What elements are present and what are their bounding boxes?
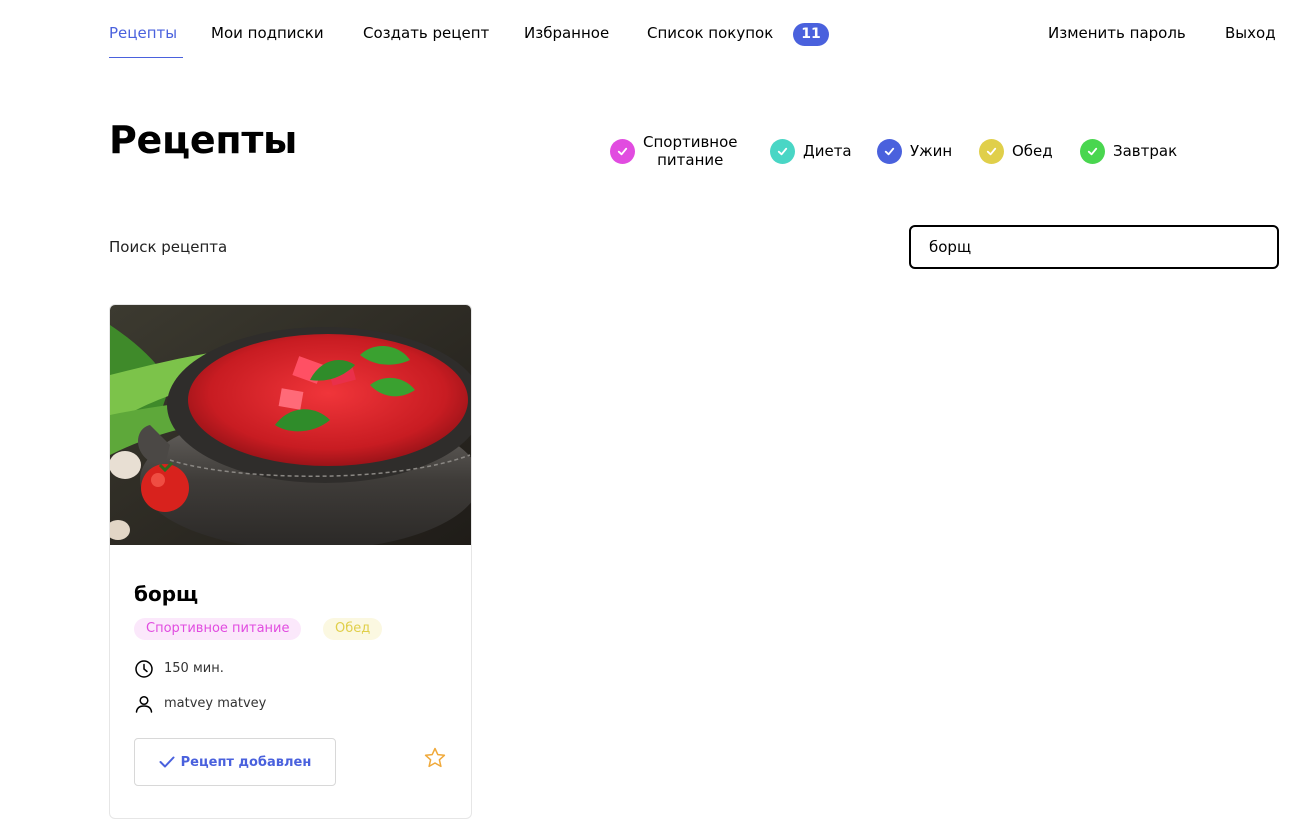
tag-filter-label: Обед — [1012, 142, 1053, 160]
nav-link-recipes[interactable]: Рецепты — [109, 23, 177, 43]
recipe-title[interactable]: борщ — [134, 581, 198, 607]
nav-link-create-recipe[interactable]: Создать рецепт — [363, 23, 489, 43]
tag-label-line2: питание — [657, 151, 724, 169]
recipe-author-row: matvey matvey — [134, 693, 266, 715]
shopping-list-count-badge: 11 — [793, 23, 829, 46]
recipe-added-button[interactable]: Рецепт добавлен — [134, 738, 336, 786]
star-icon[interactable] — [423, 746, 447, 770]
checkbox-checked-icon — [979, 138, 1004, 164]
recipe-time-row: 150 мин. — [134, 658, 224, 680]
check-icon — [159, 756, 175, 768]
tag-filter-lunch[interactable]: Обед — [979, 131, 1053, 171]
nav-link-subscriptions[interactable]: Мои подписки — [211, 23, 324, 43]
recipe-time: 150 мин. — [164, 661, 224, 676]
checkbox-checked-icon — [610, 138, 635, 164]
top-navigation: Рецепты Мои подписки Создать рецепт Избр… — [0, 0, 1306, 66]
search-label: Поиск рецепта — [109, 238, 228, 256]
tag-filter-sport[interactable]: Спортивное питание — [610, 131, 738, 171]
checkbox-checked-icon — [877, 138, 902, 164]
tag-filter-breakfast[interactable]: Завтрак — [1080, 131, 1177, 171]
user-icon — [135, 695, 153, 713]
tag-filter-label: Спортивное питание — [643, 133, 738, 169]
recipe-added-label: Рецепт добавлен — [180, 754, 312, 770]
tag-filter-label: Диета — [803, 142, 852, 160]
checkbox-checked-icon — [770, 138, 795, 164]
active-nav-underline — [109, 57, 183, 58]
page-title: Рецепты — [109, 118, 298, 162]
borscht-photo[interactable] — [110, 305, 471, 545]
recipe-card: борщ Спортивное питание Обед 150 мин. ma… — [109, 304, 472, 819]
search-input[interactable] — [909, 225, 1279, 269]
tag-filter-dinner[interactable]: Ужин — [877, 131, 952, 171]
clock-icon — [135, 660, 153, 678]
tag-filter-label: Завтрак — [1113, 142, 1178, 160]
tag-filter-label: Ужин — [910, 142, 953, 160]
tag-label-line1: Спортивное — [643, 133, 738, 151]
recipe-author[interactable]: matvey matvey — [164, 694, 266, 714]
checkbox-checked-icon — [1080, 138, 1105, 164]
recipe-tag-lunch: Обед — [323, 618, 383, 640]
nav-link-favorites[interactable]: Избранное — [524, 23, 609, 43]
nav-link-logout[interactable]: Выход — [1225, 23, 1276, 43]
nav-link-change-password[interactable]: Изменить пароль — [1048, 23, 1186, 43]
tag-filter-diet[interactable]: Диета — [770, 131, 852, 171]
nav-link-shopping-list[interactable]: Список покупок — [647, 23, 773, 43]
recipe-tag-sport: Спортивное питание — [134, 618, 302, 640]
